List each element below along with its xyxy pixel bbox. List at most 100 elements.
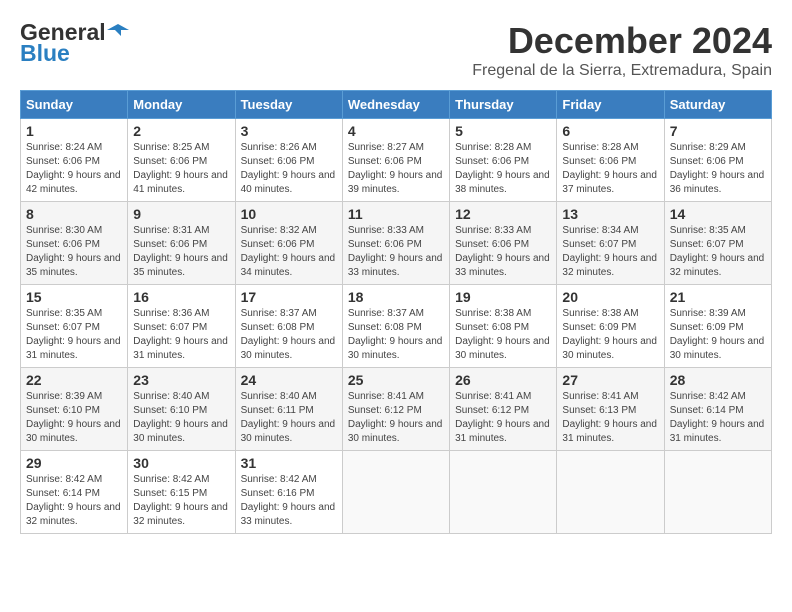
day-info: Sunrise: 8:38 AMSunset: 6:08 PMDaylight:… [455, 308, 550, 361]
day-number: 16 [133, 289, 229, 305]
calendar-cell: 2 Sunrise: 8:25 AMSunset: 6:06 PMDayligh… [128, 119, 235, 202]
calendar-cell: 20 Sunrise: 8:38 AMSunset: 6:09 PMDaylig… [557, 285, 664, 368]
day-number: 20 [562, 289, 658, 305]
calendar-cell [342, 451, 449, 534]
calendar-cell: 21 Sunrise: 8:39 AMSunset: 6:09 PMDaylig… [664, 285, 771, 368]
day-number: 10 [241, 206, 337, 222]
day-number: 5 [455, 123, 551, 139]
day-info: Sunrise: 8:40 AMSunset: 6:11 PMDaylight:… [241, 391, 336, 444]
day-info: Sunrise: 8:34 AMSunset: 6:07 PMDaylight:… [562, 225, 657, 278]
day-info: Sunrise: 8:35 AMSunset: 6:07 PMDaylight:… [26, 308, 121, 361]
day-info: Sunrise: 8:35 AMSunset: 6:07 PMDaylight:… [670, 225, 765, 278]
day-info: Sunrise: 8:40 AMSunset: 6:10 PMDaylight:… [133, 391, 228, 444]
calendar-header-tuesday: Tuesday [235, 91, 342, 119]
calendar-cell: 23 Sunrise: 8:40 AMSunset: 6:10 PMDaylig… [128, 368, 235, 451]
calendar-header-thursday: Thursday [450, 91, 557, 119]
calendar-header-wednesday: Wednesday [342, 91, 449, 119]
calendar-cell: 26 Sunrise: 8:41 AMSunset: 6:12 PMDaylig… [450, 368, 557, 451]
day-number: 18 [348, 289, 444, 305]
calendar-cell: 8 Sunrise: 8:30 AMSunset: 6:06 PMDayligh… [21, 202, 128, 285]
calendar-cell [450, 451, 557, 534]
calendar-week-1: 1 Sunrise: 8:24 AMSunset: 6:06 PMDayligh… [21, 119, 772, 202]
calendar-cell: 1 Sunrise: 8:24 AMSunset: 6:06 PMDayligh… [21, 119, 128, 202]
day-number: 17 [241, 289, 337, 305]
calendar-cell: 9 Sunrise: 8:31 AMSunset: 6:06 PMDayligh… [128, 202, 235, 285]
calendar-header-saturday: Saturday [664, 91, 771, 119]
day-number: 6 [562, 123, 658, 139]
calendar-cell: 18 Sunrise: 8:37 AMSunset: 6:08 PMDaylig… [342, 285, 449, 368]
day-info: Sunrise: 8:25 AMSunset: 6:06 PMDaylight:… [133, 142, 228, 195]
day-number: 24 [241, 372, 337, 388]
day-info: Sunrise: 8:42 AMSunset: 6:14 PMDaylight:… [26, 474, 121, 527]
calendar-cell: 5 Sunrise: 8:28 AMSunset: 6:06 PMDayligh… [450, 119, 557, 202]
calendar-cell: 4 Sunrise: 8:27 AMSunset: 6:06 PMDayligh… [342, 119, 449, 202]
calendar-cell: 16 Sunrise: 8:36 AMSunset: 6:07 PMDaylig… [128, 285, 235, 368]
day-info: Sunrise: 8:33 AMSunset: 6:06 PMDaylight:… [455, 225, 550, 278]
day-number: 23 [133, 372, 229, 388]
location-title: Fregenal de la Sierra, Extremadura, Spai… [472, 62, 772, 80]
calendar-header-sunday: Sunday [21, 91, 128, 119]
day-info: Sunrise: 8:42 AMSunset: 6:15 PMDaylight:… [133, 474, 228, 527]
day-info: Sunrise: 8:26 AMSunset: 6:06 PMDaylight:… [241, 142, 336, 195]
day-number: 12 [455, 206, 551, 222]
day-info: Sunrise: 8:33 AMSunset: 6:06 PMDaylight:… [348, 225, 443, 278]
day-number: 13 [562, 206, 658, 222]
day-info: Sunrise: 8:39 AMSunset: 6:10 PMDaylight:… [26, 391, 121, 444]
day-number: 8 [26, 206, 122, 222]
day-number: 11 [348, 206, 444, 222]
day-info: Sunrise: 8:31 AMSunset: 6:06 PMDaylight:… [133, 225, 228, 278]
day-number: 31 [241, 455, 337, 471]
calendar-cell: 22 Sunrise: 8:39 AMSunset: 6:10 PMDaylig… [21, 368, 128, 451]
day-number: 15 [26, 289, 122, 305]
day-number: 22 [26, 372, 122, 388]
day-info: Sunrise: 8:32 AMSunset: 6:06 PMDaylight:… [241, 225, 336, 278]
day-info: Sunrise: 8:37 AMSunset: 6:08 PMDaylight:… [241, 308, 336, 361]
day-number: 25 [348, 372, 444, 388]
calendar-cell: 25 Sunrise: 8:41 AMSunset: 6:12 PMDaylig… [342, 368, 449, 451]
calendar-cell: 17 Sunrise: 8:37 AMSunset: 6:08 PMDaylig… [235, 285, 342, 368]
day-info: Sunrise: 8:42 AMSunset: 6:16 PMDaylight:… [241, 474, 336, 527]
calendar-cell: 24 Sunrise: 8:40 AMSunset: 6:11 PMDaylig… [235, 368, 342, 451]
day-number: 1 [26, 123, 122, 139]
day-info: Sunrise: 8:24 AMSunset: 6:06 PMDaylight:… [26, 142, 121, 195]
calendar-cell: 7 Sunrise: 8:29 AMSunset: 6:06 PMDayligh… [664, 119, 771, 202]
day-number: 30 [133, 455, 229, 471]
day-info: Sunrise: 8:41 AMSunset: 6:13 PMDaylight:… [562, 391, 657, 444]
day-info: Sunrise: 8:36 AMSunset: 6:07 PMDaylight:… [133, 308, 228, 361]
title-section: December 2024 Fregenal de la Sierra, Ext… [472, 20, 772, 80]
day-info: Sunrise: 8:28 AMSunset: 6:06 PMDaylight:… [562, 142, 657, 195]
day-info: Sunrise: 8:41 AMSunset: 6:12 PMDaylight:… [455, 391, 550, 444]
day-number: 4 [348, 123, 444, 139]
day-info: Sunrise: 8:28 AMSunset: 6:06 PMDaylight:… [455, 142, 550, 195]
calendar-cell: 28 Sunrise: 8:42 AMSunset: 6:14 PMDaylig… [664, 368, 771, 451]
calendar-week-2: 8 Sunrise: 8:30 AMSunset: 6:06 PMDayligh… [21, 202, 772, 285]
calendar-cell: 30 Sunrise: 8:42 AMSunset: 6:15 PMDaylig… [128, 451, 235, 534]
calendar-cell: 29 Sunrise: 8:42 AMSunset: 6:14 PMDaylig… [21, 451, 128, 534]
day-info: Sunrise: 8:29 AMSunset: 6:06 PMDaylight:… [670, 142, 765, 195]
calendar-cell: 14 Sunrise: 8:35 AMSunset: 6:07 PMDaylig… [664, 202, 771, 285]
calendar-cell: 31 Sunrise: 8:42 AMSunset: 6:16 PMDaylig… [235, 451, 342, 534]
day-number: 21 [670, 289, 766, 305]
day-info: Sunrise: 8:41 AMSunset: 6:12 PMDaylight:… [348, 391, 443, 444]
day-number: 26 [455, 372, 551, 388]
calendar-cell: 15 Sunrise: 8:35 AMSunset: 6:07 PMDaylig… [21, 285, 128, 368]
page-header: General Blue December 2024 Fregenal de l… [20, 20, 772, 80]
day-number: 28 [670, 372, 766, 388]
calendar-table: SundayMondayTuesdayWednesdayThursdayFrid… [20, 90, 772, 534]
day-number: 27 [562, 372, 658, 388]
calendar-cell: 11 Sunrise: 8:33 AMSunset: 6:06 PMDaylig… [342, 202, 449, 285]
day-info: Sunrise: 8:38 AMSunset: 6:09 PMDaylight:… [562, 308, 657, 361]
calendar-cell [557, 451, 664, 534]
day-number: 7 [670, 123, 766, 139]
calendar-week-5: 29 Sunrise: 8:42 AMSunset: 6:14 PMDaylig… [21, 451, 772, 534]
day-info: Sunrise: 8:30 AMSunset: 6:06 PMDaylight:… [26, 225, 121, 278]
day-info: Sunrise: 8:42 AMSunset: 6:14 PMDaylight:… [670, 391, 765, 444]
logo: General Blue [20, 20, 129, 67]
calendar-cell: 3 Sunrise: 8:26 AMSunset: 6:06 PMDayligh… [235, 119, 342, 202]
calendar-week-4: 22 Sunrise: 8:39 AMSunset: 6:10 PMDaylig… [21, 368, 772, 451]
calendar-cell: 6 Sunrise: 8:28 AMSunset: 6:06 PMDayligh… [557, 119, 664, 202]
calendar-header-row: SundayMondayTuesdayWednesdayThursdayFrid… [21, 91, 772, 119]
calendar-cell: 27 Sunrise: 8:41 AMSunset: 6:13 PMDaylig… [557, 368, 664, 451]
day-info: Sunrise: 8:27 AMSunset: 6:06 PMDaylight:… [348, 142, 443, 195]
day-info: Sunrise: 8:37 AMSunset: 6:08 PMDaylight:… [348, 308, 443, 361]
